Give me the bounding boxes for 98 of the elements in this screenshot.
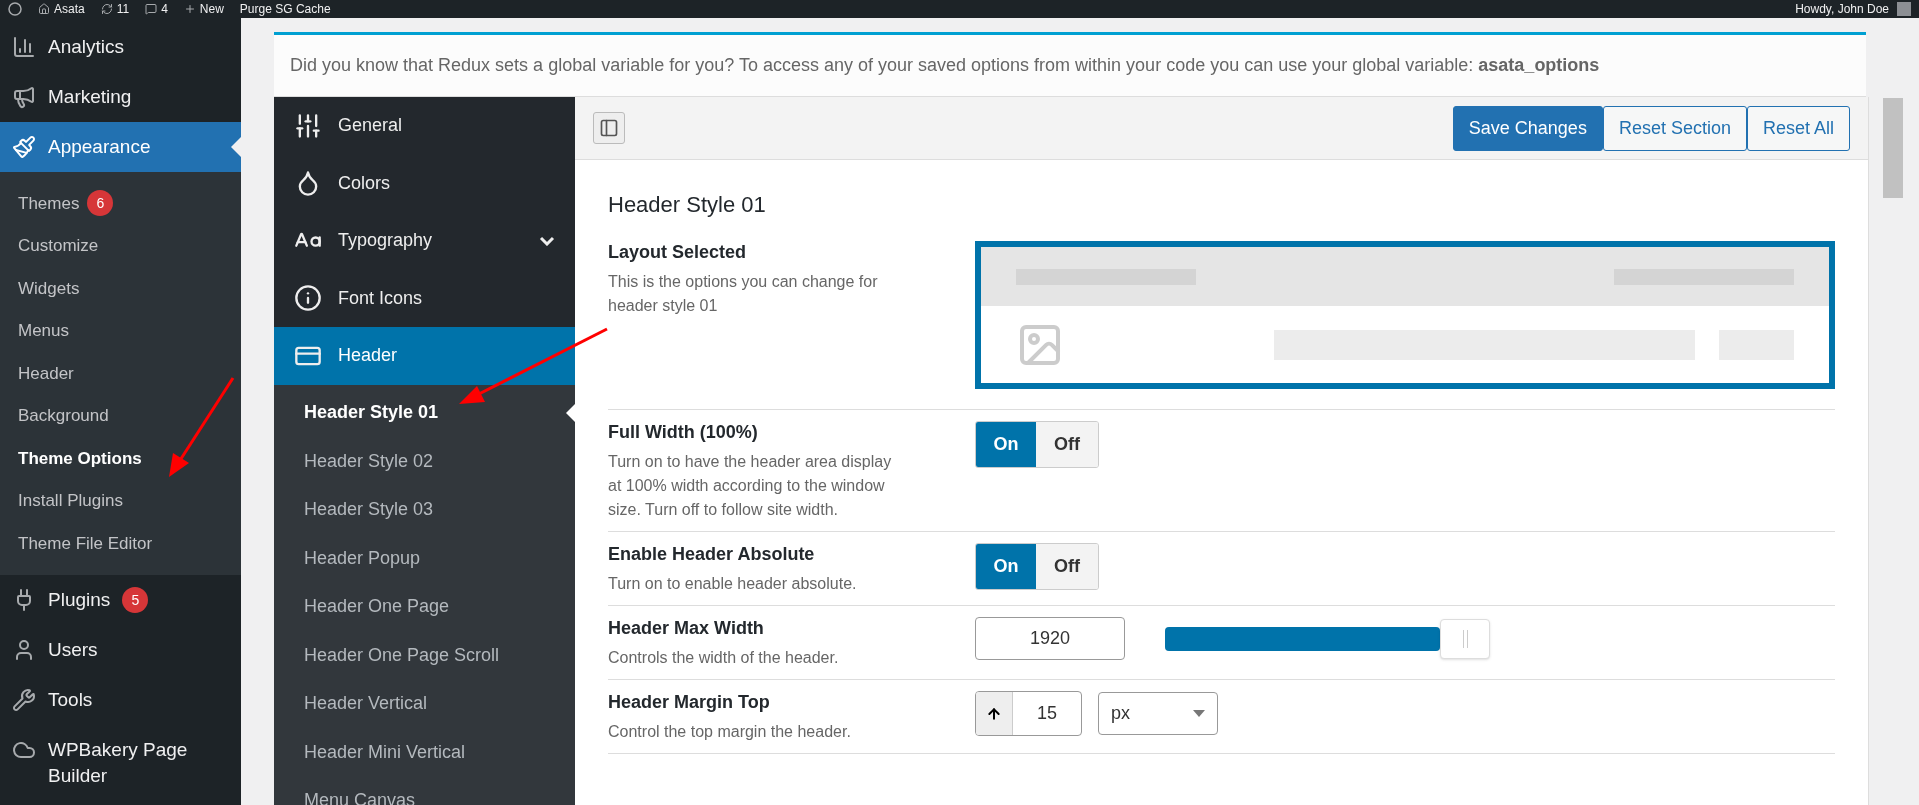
submenu-item[interactable]: Themes 6: [0, 182, 241, 225]
field-title: Header Margin Top: [608, 691, 771, 714]
count-badge: 5: [122, 586, 149, 613]
field-description: Controls the width of the header.: [608, 648, 840, 668]
admin-bar-link[interactable]: Purge SG Cache: [239, 3, 331, 15]
count-badge: 6: [87, 190, 114, 217]
submenu-label: Theme File Editor: [18, 532, 153, 555]
options-submenu-item[interactable]: Header Style 03: [274, 485, 575, 534]
menu-item[interactable]: Tools: [0, 674, 241, 725]
number-field[interactable]: 1920: [975, 617, 1125, 660]
field-description: This is the options you can change for header style 01: [608, 272, 879, 316]
submenu-label: Themes: [18, 192, 80, 215]
spinner-field[interactable]: 15: [975, 691, 1082, 736]
options-submenu-item[interactable]: Header One Page Scroll: [274, 631, 575, 680]
megaphone-icon: [12, 85, 36, 109]
field-description: Turn on to have the header area display at 100% width according to the window size. Turn off to follow site width.: [608, 452, 893, 520]
submenu-item[interactable]: Install Plugins: [0, 479, 241, 522]
scrollbar-thumb[interactable]: [1882, 98, 1903, 198]
bar-chart-icon: [12, 35, 36, 59]
submenu-item[interactable]: Customize: [0, 224, 241, 267]
submenu-label: Theme Options: [18, 447, 142, 470]
unit-select[interactable]: px: [1098, 692, 1218, 735]
home-icon: [38, 3, 50, 15]
caret-icon: [1193, 710, 1205, 717]
sliders-icon: [294, 111, 322, 140]
options-submenu-item[interactable]: Header Popup: [274, 534, 575, 583]
plus-icon: [183, 3, 196, 15]
submenu-item[interactable]: Widgets: [0, 267, 241, 310]
menu-item[interactable]: Plugins 5: [0, 574, 241, 625]
field-title: Header Max Width: [608, 617, 765, 640]
menu-item[interactable]: Marketing: [0, 72, 241, 122]
refresh-icon: [100, 3, 113, 15]
menu-label: Appearance: [48, 135, 151, 159]
on-toggle[interactable]: On: [976, 544, 1036, 589]
submenu-item[interactable]: Theme Options: [0, 437, 241, 480]
admin-bar-link[interactable]: New: [183, 3, 224, 15]
toolbar-button[interactable]: Reset Section: [1602, 105, 1747, 151]
menu-label: WPBakery Page Builder: [48, 737, 189, 788]
options-menu-label: Font Icons: [338, 286, 424, 310]
menu-label: Analytics: [48, 35, 125, 59]
field-title: Full Width (100%): [608, 421, 759, 444]
options-menu-item[interactable]: General: [274, 97, 575, 155]
notice-text: Did you know that Redux sets a global variable for you? To access any of your saved options from within your code you can use your global variable: asata_options: [290, 54, 1600, 77]
menu-item[interactable]: Appearance: [0, 122, 241, 172]
submenu-label: Install Plugins: [18, 490, 123, 512]
greeting-link[interactable]: Howdy, John Doe: [1795, 3, 1889, 15]
admin-bar-link[interactable]: 11: [100, 3, 130, 15]
info-icon: [294, 284, 322, 313]
wrench-icon: [12, 687, 36, 712]
menu-label: Users: [48, 637, 98, 662]
options-submenu-item[interactable]: Header Mini Vertical: [274, 728, 575, 777]
menu-label: Marketing: [48, 85, 132, 109]
options-menu-label: Header: [338, 344, 399, 368]
options-menu-label: Typography: [338, 229, 434, 253]
menu-item[interactable]: Users: [0, 624, 241, 675]
menu-item[interactable]: Analytics: [0, 22, 241, 72]
options-submenu-item[interactable]: Header Vertical: [274, 679, 575, 728]
off-toggle[interactable]: Off: [1036, 544, 1098, 589]
submenu-label: Background: [18, 405, 109, 427]
toolbar-button[interactable]: Save Changes: [1452, 105, 1603, 151]
admin-bar-link[interactable]: Asata: [38, 3, 85, 15]
field-description: Turn on to enable header absolute.: [608, 574, 858, 594]
comment-icon: [145, 3, 158, 15]
field-title: Enable Header Absolute: [608, 543, 816, 566]
options-menu-item[interactable]: Header: [274, 327, 575, 385]
submenu-label: Customize: [18, 235, 99, 257]
section-title: Header Style 01: [608, 191, 767, 219]
current-pointer: [231, 137, 241, 157]
admin-bar-link[interactable]: 4: [145, 3, 168, 15]
slider-handle[interactable]: [1440, 618, 1490, 659]
field-title: Layout Selected: [608, 241, 748, 264]
options-submenu-item[interactable]: Header Style 02: [274, 437, 575, 486]
options-menu-item[interactable]: Font Icons: [274, 269, 575, 327]
menu-label: Tools: [48, 687, 93, 712]
toolbar-button[interactable]: Reset All: [1746, 105, 1850, 151]
menu-label: Plugins: [48, 587, 111, 612]
panel-toggle-icon[interactable]: [593, 112, 625, 144]
options-menu-item[interactable]: Typography: [274, 212, 575, 270]
submenu-label: Header: [18, 362, 74, 385]
wordpress-logo-icon[interactable]: [8, 2, 22, 16]
options-menu-item[interactable]: Colors: [274, 154, 575, 212]
submenu-label: Widgets: [18, 277, 80, 300]
submenu-item[interactable]: Menus: [0, 309, 241, 352]
options-submenu-item[interactable]: Header One Page: [274, 582, 575, 631]
options-menu-label: Colors: [338, 171, 391, 195]
submenu-item[interactable]: Background: [0, 394, 241, 437]
submenu-label: Menus: [18, 320, 70, 342]
avatar-placeholder: [1897, 2, 1911, 16]
submenu-item[interactable]: Theme File Editor: [0, 522, 241, 565]
field-description: Control the top margin the header.: [608, 722, 852, 742]
on-toggle[interactable]: On: [976, 422, 1036, 467]
options-menu-label: General: [338, 114, 404, 138]
paintbrush-icon: [12, 135, 36, 159]
spinner-value: 15: [1036, 702, 1058, 725]
menu-item[interactable]: WPBakery Page Builder: [0, 724, 241, 801]
layout-preview[interactable]: [975, 241, 1835, 389]
off-toggle[interactable]: Off: [1036, 422, 1098, 467]
submenu-item[interactable]: Header: [0, 352, 241, 395]
